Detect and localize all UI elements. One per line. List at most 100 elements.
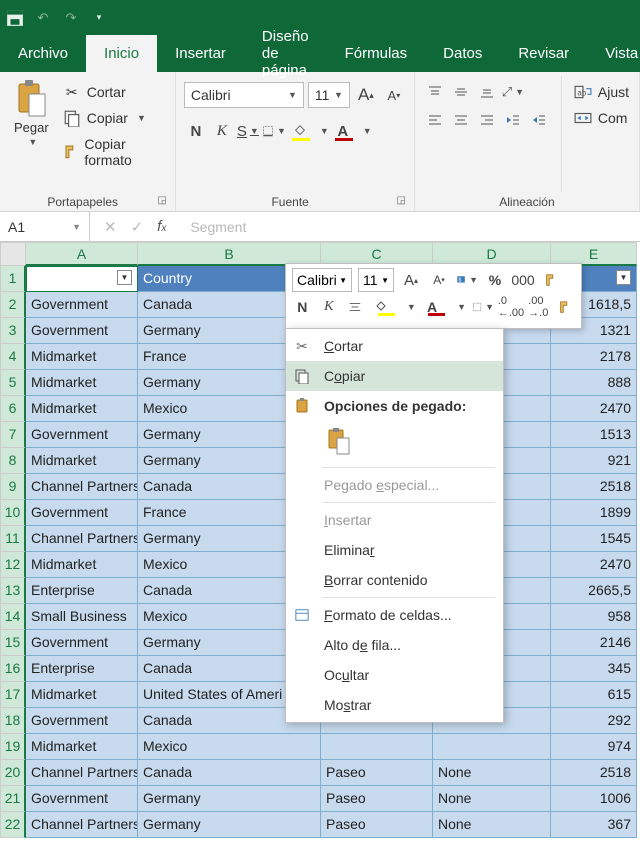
ctx-copiar[interactable]: Copiar [286, 361, 503, 391]
row-header[interactable]: 19 [0, 734, 26, 760]
row-header[interactable]: 8 [0, 448, 26, 474]
cell[interactable]: Government [26, 630, 138, 656]
chevron-down-icon[interactable]: ▼ [363, 126, 372, 136]
mini-center[interactable] [345, 296, 366, 318]
cell[interactable]: Channel Partners [26, 812, 138, 838]
align-right-button[interactable] [475, 108, 499, 132]
ctx-cortar[interactable]: ✂ Cortar [286, 331, 503, 361]
cell[interactable]: 1006 [551, 786, 637, 812]
mini-grow-font[interactable]: A▴ [400, 269, 422, 291]
cell[interactable]: 888 [551, 370, 637, 396]
cell[interactable]: 921 [551, 448, 637, 474]
cell[interactable]: Paseo [321, 760, 433, 786]
tab-formulas[interactable]: Fórmulas [327, 35, 426, 72]
cell[interactable]: Mexico [138, 734, 321, 760]
select-all-corner[interactable] [0, 242, 26, 266]
mini-shrink-font[interactable]: A▾ [428, 269, 450, 291]
borders-button[interactable]: ▼ [262, 118, 286, 144]
grow-font-button[interactable]: A▴ [354, 82, 378, 108]
mini-comma-button[interactable]: 000 [512, 269, 534, 291]
save-icon[interactable] [6, 9, 24, 27]
ctx-formato-celdas[interactable]: Formato de celdas... [286, 600, 503, 630]
row-header[interactable]: 7 [0, 422, 26, 448]
name-box[interactable]: A1 ▼ [0, 212, 90, 241]
italic-button[interactable]: K [210, 118, 234, 144]
row-header[interactable]: 17 [0, 682, 26, 708]
mini-merge[interactable] [555, 296, 576, 318]
cell[interactable]: 2518 [551, 474, 637, 500]
cell[interactable]: 958 [551, 604, 637, 630]
row-header[interactable]: 10 [0, 500, 26, 526]
row-header[interactable]: 2 [0, 292, 26, 318]
chevron-down-icon[interactable]: ▼ [457, 302, 466, 312]
redo-icon[interactable]: ↷ [62, 9, 80, 27]
dialog-launcher-icon[interactable]: ◲ [396, 195, 405, 206]
cell[interactable]: Channel Partners [26, 474, 138, 500]
row-header[interactable]: 16 [0, 656, 26, 682]
row-header[interactable]: 13 [0, 578, 26, 604]
row-header[interactable]: 9 [0, 474, 26, 500]
col-header-A[interactable]: A [26, 242, 138, 266]
chevron-down-icon[interactable]: ▼ [407, 302, 416, 312]
align-middle-button[interactable] [449, 80, 473, 104]
tab-inicio[interactable]: Inicio [86, 35, 157, 72]
ctx-borrar[interactable]: Borrar contenido [286, 565, 503, 595]
increase-indent-button[interactable] [527, 108, 551, 132]
cell[interactable]: Channel Partners [26, 760, 138, 786]
font-size-combo[interactable]: 11▼ [308, 82, 350, 108]
enter-icon[interactable]: ✓ [131, 218, 144, 236]
mini-borders[interactable]: ▼ [472, 296, 494, 318]
copy-button[interactable]: Copiar ▼ [61, 108, 167, 128]
fx-icon[interactable]: fx [157, 218, 166, 235]
ctx-mostrar[interactable]: Mostrar [286, 690, 503, 720]
cell[interactable]: 1545 [551, 526, 637, 552]
cell[interactable] [433, 734, 551, 760]
font-name-combo[interactable]: Calibri▼ [184, 82, 304, 108]
align-center-button[interactable] [449, 108, 473, 132]
cell[interactable]: Government [26, 318, 138, 344]
cell[interactable]: Midmarket [26, 734, 138, 760]
mini-italic[interactable]: K [319, 296, 340, 318]
row-header[interactable]: 1 [0, 266, 26, 292]
cell[interactable]: Government [26, 500, 138, 526]
row-header[interactable]: 11 [0, 526, 26, 552]
mini-increase-decimal[interactable]: .0←.00 [500, 296, 522, 318]
row-header[interactable]: 14 [0, 604, 26, 630]
qat-customize-icon[interactable]: ▾ [90, 9, 108, 27]
cell[interactable] [321, 734, 433, 760]
row-header[interactable]: 3 [0, 318, 26, 344]
cell[interactable]: 615 [551, 682, 637, 708]
cell-A1[interactable]: Segment▼ [26, 266, 138, 292]
cell[interactable]: Canada [138, 760, 321, 786]
mini-font-size[interactable]: 11▼ [358, 268, 394, 292]
decrease-indent-button[interactable] [501, 108, 525, 132]
cell[interactable]: 2178 [551, 344, 637, 370]
bold-button[interactable]: N [184, 118, 208, 144]
cell[interactable]: 345 [551, 656, 637, 682]
cell[interactable]: Government [26, 708, 138, 734]
orientation-button[interactable]: ⤢▼ [501, 80, 525, 104]
cell[interactable]: 1899 [551, 500, 637, 526]
row-header[interactable]: 12 [0, 552, 26, 578]
cell[interactable]: 974 [551, 734, 637, 760]
cell[interactable]: 367 [551, 812, 637, 838]
cell[interactable]: Germany [138, 812, 321, 838]
mini-font-name[interactable]: Calibri▼ [292, 268, 352, 292]
row-header[interactable]: 21 [0, 786, 26, 812]
paste-button[interactable]: Pegar ▼ [8, 76, 55, 192]
cell[interactable]: None [433, 760, 551, 786]
undo-icon[interactable]: ↶ [34, 9, 52, 27]
format-painter-button[interactable]: Copiar formato [61, 134, 167, 170]
formula-input[interactable]: Segment [180, 212, 640, 241]
row-header[interactable]: 15 [0, 630, 26, 656]
cell[interactable]: Midmarket [26, 370, 138, 396]
cell[interactable]: Midmarket [26, 396, 138, 422]
cell[interactable]: Enterprise [26, 656, 138, 682]
mini-bold[interactable]: N [292, 296, 313, 318]
tab-archivo[interactable]: Archivo [0, 35, 86, 72]
row-header[interactable]: 4 [0, 344, 26, 370]
cell[interactable]: Government [26, 786, 138, 812]
cell[interactable]: 2518 [551, 760, 637, 786]
cell[interactable]: 1513 [551, 422, 637, 448]
align-left-button[interactable] [423, 108, 447, 132]
